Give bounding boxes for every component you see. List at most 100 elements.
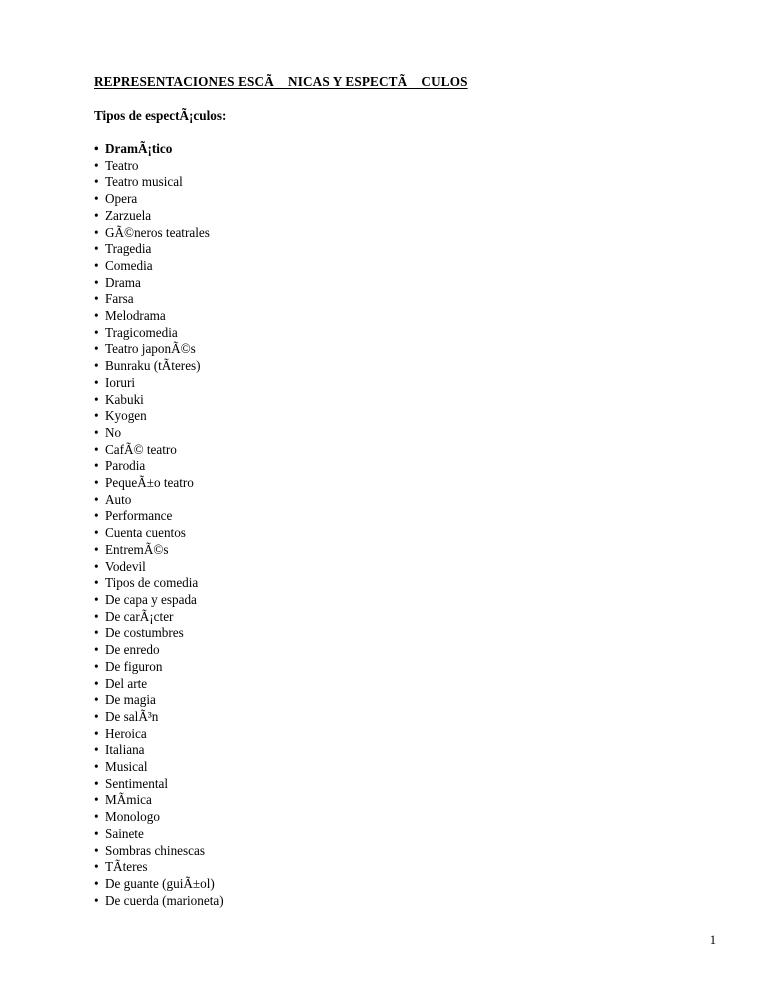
list-item-label: Parodia xyxy=(105,458,146,474)
document-title: REPRESENTACIONES ESCÃ NICAS Y ESPECTÃ … xyxy=(94,74,468,89)
bullet-icon: • xyxy=(94,859,99,875)
bullet-icon: • xyxy=(94,792,99,808)
list-item-label: EntremÃ©s xyxy=(105,541,169,557)
bullet-icon: • xyxy=(94,558,99,574)
bullet-icon: • xyxy=(94,525,99,541)
list-item: • Sainete xyxy=(94,826,694,843)
bullet-icon: • xyxy=(94,141,99,156)
list-item-label: Zarzuela xyxy=(105,207,152,223)
list-item-label: De capa y espada xyxy=(105,591,197,607)
list-item: • CafÃ© teatro xyxy=(94,442,694,459)
list-item: • De guante (guiÃ±ol) xyxy=(94,876,694,893)
list-item-label: Teatro japonÃ©s xyxy=(105,341,196,357)
spectacle-types-list: • DramÃ¡tico • Teatro • Teatro musical • Opera •… xyxy=(94,124,694,909)
bullet-icon: • xyxy=(94,742,99,758)
list-item: • Tragedia xyxy=(94,241,694,258)
list-item-label: Sentimental xyxy=(105,775,168,791)
list-item-label: De costumbres xyxy=(105,625,184,641)
list-item-label: PequeÃ±o teatro xyxy=(105,475,194,491)
list-item: • De figuron xyxy=(94,659,694,676)
list-item: • Kyogen xyxy=(94,408,694,425)
list-item-label: GÃ©neros teatrales xyxy=(105,224,210,240)
bullet-icon: • xyxy=(94,475,99,491)
list-item-label: Sainete xyxy=(105,825,144,841)
list-item: • Tragicomedia xyxy=(94,325,694,342)
list-item-label: Heroica xyxy=(105,725,147,741)
list-item-label: De figuron xyxy=(105,658,163,674)
list-item-label: Teatro musical xyxy=(105,174,183,190)
list-item-label: Musical xyxy=(105,759,148,775)
list-item: • Sentimental xyxy=(94,776,694,793)
list-item: • Performance xyxy=(94,508,694,525)
list-item-label: Monologo xyxy=(105,809,160,825)
list-item: • Parodia xyxy=(94,458,694,475)
bullet-icon: • xyxy=(94,658,99,674)
list-item: • Opera xyxy=(94,191,694,208)
bullet-icon: • xyxy=(94,591,99,607)
list-item: • TÃ­teres xyxy=(94,859,694,876)
bullet-icon: • xyxy=(94,207,99,223)
list-item-label: Tragedia xyxy=(105,241,152,257)
list-item: • Ioruri xyxy=(94,375,694,392)
bullet-icon: • xyxy=(94,324,99,340)
list-item: • Kabuki xyxy=(94,392,694,409)
list-item-label: De magia xyxy=(105,692,156,708)
document-body: REPRESENTACIONES ESCÃ NICAS Y ESPECTÃ … xyxy=(94,74,694,909)
list-item-label: DramÃ¡tico xyxy=(105,141,173,156)
bullet-icon: • xyxy=(94,642,99,658)
list-item-label: Kabuki xyxy=(105,391,144,407)
list-item-label: Ioruri xyxy=(105,374,136,390)
bullet-icon: • xyxy=(94,825,99,841)
bullet-icon: • xyxy=(94,508,99,524)
list-item: • Monologo xyxy=(94,809,694,826)
list-item: • Sombras chinescas xyxy=(94,843,694,860)
bullet-icon: • xyxy=(94,157,99,173)
document-page: REPRESENTACIONES ESCÃ NICAS Y ESPECTÃ … xyxy=(0,0,768,994)
bullet-icon: • xyxy=(94,308,99,324)
list-item-label: Performance xyxy=(105,508,173,524)
bullet-icon: • xyxy=(94,241,99,257)
bullet-icon: • xyxy=(94,708,99,724)
bullet-icon: • xyxy=(94,875,99,891)
bullet-icon: • xyxy=(94,374,99,390)
list-item: • De salÃ³n xyxy=(94,709,694,726)
list-item: • De costumbres xyxy=(94,625,694,642)
list-item: • Cuenta cuentos xyxy=(94,525,694,542)
list-item: • PequeÃ±o teatro xyxy=(94,475,694,492)
list-item-label: Auto xyxy=(105,491,132,507)
list-item-label: Kyogen xyxy=(105,408,147,424)
list-item-label: De salÃ³n xyxy=(105,708,159,724)
list-item-label: De carÃ¡cter xyxy=(105,608,174,624)
list-item: • Teatro xyxy=(94,158,694,175)
list-item-label: TÃ­teres xyxy=(105,859,148,875)
bullet-icon: • xyxy=(94,191,99,207)
list-item: • Tipos de comedia xyxy=(94,575,694,592)
bullet-icon: • xyxy=(94,391,99,407)
list-item: • De carÃ¡cter xyxy=(94,609,694,626)
list-item-label: Tipos de comedia xyxy=(105,575,199,591)
list-item-label: CafÃ© teatro xyxy=(105,441,177,457)
list-item: • De magia xyxy=(94,692,694,709)
list-item-label: Melodrama xyxy=(105,308,166,324)
list-item-label: De guante (guiÃ±ol) xyxy=(105,875,215,891)
list-item-label: Opera xyxy=(105,191,138,207)
list-item: • Farsa xyxy=(94,291,694,308)
list-item: • GÃ©neros teatrales xyxy=(94,225,694,242)
bullet-icon: • xyxy=(94,892,99,908)
list-item: • Vodevil xyxy=(94,559,694,576)
list-item-label: Tragicomedia xyxy=(105,324,178,340)
list-item-label: Italiana xyxy=(105,742,145,758)
bullet-icon: • xyxy=(94,842,99,858)
bullet-icon: • xyxy=(94,759,99,775)
bullet-icon: • xyxy=(94,358,99,374)
list-item-label: Farsa xyxy=(105,291,134,307)
bullet-icon: • xyxy=(94,174,99,190)
list-item: • Italiana xyxy=(94,742,694,759)
bullet-icon: • xyxy=(94,224,99,240)
bullet-icon: • xyxy=(94,458,99,474)
list-item: • Comedia xyxy=(94,258,694,275)
list-item-label: Cuenta cuentos xyxy=(105,525,186,541)
bullet-icon: • xyxy=(94,408,99,424)
list-item: • Auto xyxy=(94,492,694,509)
list-item: • Teatro musical xyxy=(94,174,694,191)
